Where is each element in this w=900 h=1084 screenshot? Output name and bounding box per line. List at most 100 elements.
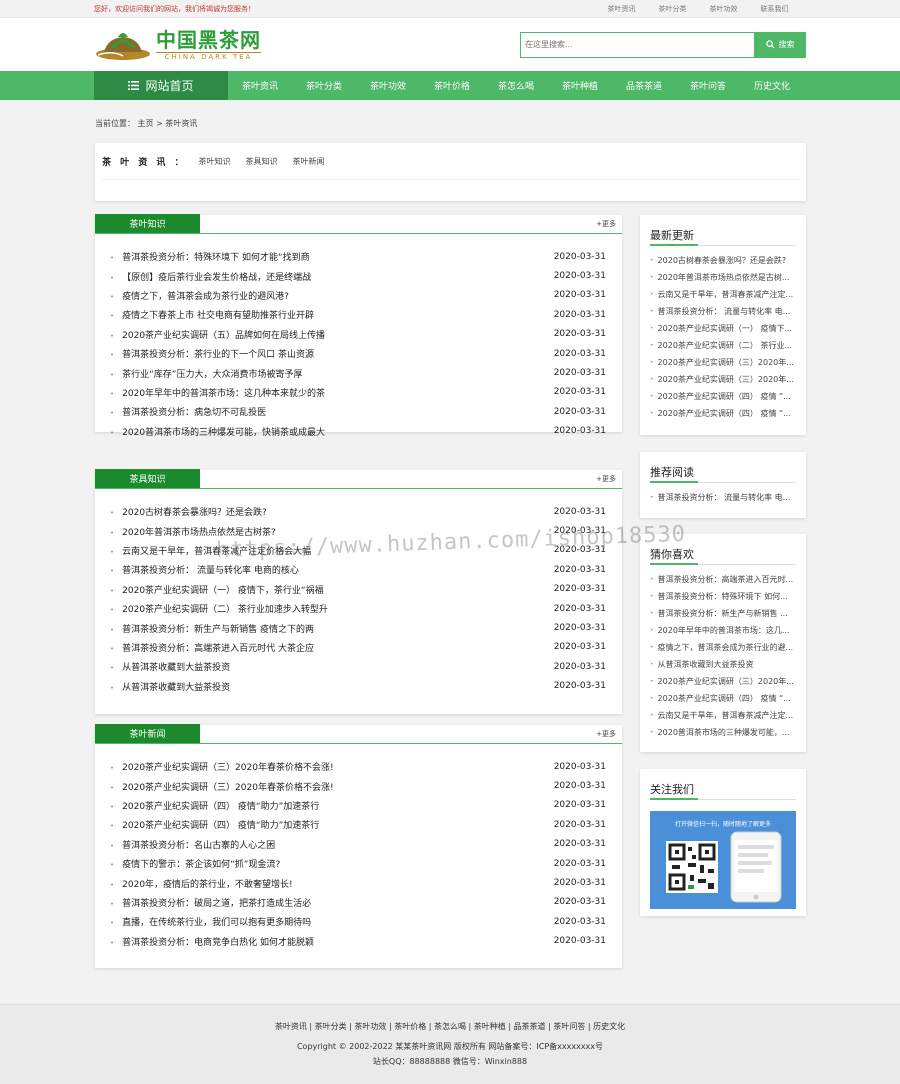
sidebar-latest: 最新更新 2020古树春茶会暴涨吗？还是会跌?2020年普洱茶市场热点依然是古树… [640, 215, 806, 435]
sidebar-article-link[interactable]: 2020茶产业纪实调研（二） 茶行业... [650, 337, 796, 354]
more-link[interactable]: +更多 [596, 474, 616, 484]
nav-home[interactable]: 网站首页 [94, 71, 228, 100]
article-title-link[interactable]: 普洱茶投资分析：电商竞争白热化 如何才能脱颖 [110, 935, 314, 948]
list-item: 【原创】疫后茶行业会发生价格战，还是终端战 2020-03-31 [110, 266, 606, 285]
article-title-link[interactable]: 普洱茶投资分析：病急切不可乱投医 [110, 405, 266, 418]
article-title-link[interactable]: 从普洱茶收藏到大益茶投资 [110, 660, 230, 673]
article-title-link[interactable]: 2020茶产业纪实调研（四） 疫情“助力”加速茶行 [110, 799, 319, 812]
article-date: 2020-03-31 [553, 878, 606, 889]
article-title-link[interactable]: 从普洱茶收藏到大益茶投资 [110, 680, 230, 693]
article-title-link[interactable]: 2020茶产业纪实调研（二） 茶行业加速步入转型升 [110, 602, 328, 615]
list-item: 2020年普洱茶市场热点依然是古树茶? 2020-03-31 [110, 521, 606, 540]
article-title-link[interactable]: 2020年早年中的普洱茶市场：这几种本来就少的茶 [110, 386, 325, 399]
article-title-link[interactable]: 2020茶产业纪实调研（三）2020年春茶价格不会涨! [110, 780, 333, 793]
panel-title[interactable]: 茶叶知识 [95, 214, 200, 233]
article-title-link[interactable]: 普洱茶投资分析：茶行业的下一个风口 茶山资源 [110, 347, 314, 360]
sidebar-article-link[interactable]: 2020年普洱茶市场热点依然是古树... [650, 269, 796, 286]
site-logo[interactable]: 中国黑茶网 CHINA DARK TEA [94, 28, 261, 62]
sidebar-article-link[interactable]: 2020茶产业纪实调研（三）2020年... [650, 371, 796, 388]
article-title-link[interactable]: 云南又是干旱年，普洱春茶减产注定价格会大幅 [110, 544, 311, 557]
sidebar-article-link[interactable]: 2020普洱茶市场的三种爆发可能，... [650, 724, 796, 741]
sidebar-article-link[interactable]: 普洱茶投资分析：新生产与新销售 ... [650, 605, 796, 622]
article-title-link[interactable]: 【原创】疫后茶行业会发生价格战，还是终端战 [110, 270, 311, 283]
article-title-link[interactable]: 2020茶产业纪实调研（一） 疫情下，茶行业“祸福 [110, 583, 323, 596]
article-title-link[interactable]: 疫情下的警示：茶企该如何“抓”现金流? [110, 857, 280, 870]
sidebar-article-link[interactable]: 普洱茶投资分析： 流量与转化率 电... [650, 489, 796, 506]
sidebar-article-link[interactable]: 疫情之下，普洱茶会成为茶行业的避... [650, 639, 796, 656]
nav-item-how-to-drink[interactable]: 茶怎么喝 [484, 71, 548, 100]
nav-home-label: 网站首页 [145, 79, 194, 93]
nav-item-tea-planting[interactable]: 茶叶种植 [548, 71, 612, 100]
panel-tea-knowledge: 茶叶知识 +更多 普洱茶投资分析：特殊环境下 如何才能“找到商 2020-03-3… [95, 214, 622, 438]
article-title-link[interactable]: 2020普洱茶市场的三种爆发可能，快销茶或成最大 [110, 425, 325, 438]
article-title-link[interactable]: 2020茶产业纪实调研（三）2020年春茶价格不会涨! [110, 760, 333, 773]
sidebar-article-link[interactable]: 2020茶产业纪实调研（三）2020年... [650, 673, 796, 690]
article-title-link[interactable]: 疫情之下，普洱茶会成为茶行业的避风港? [110, 289, 289, 302]
teapot-logo-icon [94, 28, 152, 62]
nav-item-tea-ceremony[interactable]: 品茶茶道 [612, 71, 676, 100]
wechat-qr-banner: 打开微信扫一扫，随时随地了解更多 [650, 811, 796, 909]
article-title-link[interactable]: 普洱茶投资分析：新生产与新销售 疫情之下的两 [110, 622, 314, 635]
sidebar-article-link[interactable]: 2020茶产业纪实调研（四） 疫情 “... [650, 690, 796, 707]
article-title-link[interactable]: 2020茶产业纪实调研（五）品牌如何在局线上传播 [110, 328, 325, 341]
more-link[interactable]: +更多 [596, 219, 616, 229]
list-item: 2020茶产业纪实调研（四） 疫情“助力”加速茶行 2020-03-31 [110, 796, 606, 815]
sidebar-article-link[interactable]: 普洱茶投资分析：高端茶进入百元时... [650, 571, 796, 588]
nav-item-tea-news[interactable]: 茶叶资讯 [228, 71, 292, 100]
sidebar-article-link[interactable]: 2020茶产业纪实调研（四） 疫情 “... [650, 405, 796, 422]
category-link-tea-news[interactable]: 茶叶新闻 [293, 156, 325, 167]
article-title-link[interactable]: 普洱茶投资分析： 流量与转化率 电商的核心 [110, 563, 299, 576]
article-title-link[interactable]: 2020茶产业纪实调研（四） 疫情“助力”加速茶行 [110, 818, 319, 831]
list-item: 疫情下的警示：茶企该如何“抓”现金流? 2020-03-31 [110, 854, 606, 873]
top-link-effect[interactable]: 茶叶功效 [698, 4, 749, 14]
article-title-link[interactable]: 普洱茶投资分析：高端茶进入百元时代 大茶企应 [110, 641, 314, 654]
list-item: 2020年早年中的普洱茶市场：这几种本来就少的茶 2020-03-31 [110, 383, 606, 402]
article-title-link[interactable]: 茶行业“库存”压力大，大众消费市场被寄予厚 [110, 367, 302, 380]
footer-links[interactable]: 茶叶资讯 | 茶叶分类 | 茶叶功效 | 茶叶价格 | 茶怎么喝 | 茶叶种植 … [0, 1021, 900, 1032]
list-item: 云南又是干旱年，普洱春茶减产注定价格会大幅 2020-03-31 [110, 541, 606, 560]
article-date: 2020-03-31 [553, 387, 606, 398]
more-link[interactable]: +更多 [596, 729, 616, 739]
nav-item-tea-price[interactable]: 茶叶价格 [420, 71, 484, 100]
search-input[interactable] [520, 31, 754, 58]
article-title-link[interactable]: 普洱茶投资分析：破局之道，把茶打造成生活必 [110, 896, 311, 909]
article-date: 2020-03-31 [553, 406, 606, 417]
sidebar-article-link[interactable]: 2020茶产业纪实调研（一） 疫情下... [650, 320, 796, 337]
breadcrumb: 当前位置： 主页 > 茶叶资讯 [95, 119, 198, 128]
nav-item-tea-qa[interactable]: 茶叶问答 [676, 71, 740, 100]
sidebar-article-link[interactable]: 2020年早年中的普洱茶市场：这几... [650, 622, 796, 639]
nav-item-tea-effect[interactable]: 茶叶功效 [356, 71, 420, 100]
category-link-teaware[interactable]: 茶具知识 [246, 156, 278, 167]
article-title-link[interactable]: 普洱茶投资分析：特殊环境下 如何才能“找到商 [110, 250, 310, 263]
top-link-news[interactable]: 茶叶资讯 [596, 4, 647, 14]
article-date: 2020-03-31 [553, 251, 606, 262]
sidebar-article-link[interactable]: 2020茶产业纪实调研（三）2020年... [650, 354, 796, 371]
welcome-text: 您好，欢迎访问我们的网站，我们将竭诚为您服务！ [94, 5, 255, 13]
top-link-category[interactable]: 茶叶分类 [647, 4, 698, 14]
article-title-link[interactable]: 2020古树春茶会暴涨吗？还是会跌? [110, 505, 267, 518]
phone-mockup-icon [730, 831, 782, 903]
article-title-link[interactable]: 2020年，疫情后的茶行业，不敢奢望增长! [110, 877, 293, 890]
sidebar-article-link[interactable]: 云南又是干旱年，普洱春茶减产注定... [650, 286, 796, 303]
sidebar-article-link[interactable]: 普洱茶投资分析： 流量与转化率 电... [650, 303, 796, 320]
article-title-link[interactable]: 普洱茶投资分析：名山古寨的人心之困 [110, 838, 275, 851]
panel-title[interactable]: 茶具知识 [95, 469, 200, 488]
topbar: 您好，欢迎访问我们的网站，我们将竭诚为您服务！ 茶叶资讯 茶叶分类 茶叶功效 联… [0, 0, 900, 18]
article-title-link[interactable]: 直播，在传统茶行业，我们可以抱有更多期待吗 [110, 915, 311, 928]
panel-title[interactable]: 茶叶新闻 [95, 724, 200, 743]
sidebar-article-link[interactable]: 2020茶产业纪实调研（四） 疫情 “... [650, 388, 796, 405]
nav-item-history[interactable]: 历史文化 [740, 71, 804, 100]
article-title-link[interactable]: 疫情之下春茶上市 社交电商有望助推茶行业开辟 [110, 308, 314, 321]
article-date: 2020-03-31 [553, 290, 606, 301]
list-item: 茶行业“库存”压力大，大众消费市场被寄予厚 2020-03-31 [110, 363, 606, 382]
sidebar-article-link[interactable]: 普洱茶投资分析：特殊环境下 如何... [650, 588, 796, 605]
article-title-link[interactable]: 2020年普洱茶市场热点依然是古树茶? [110, 525, 276, 538]
search-button[interactable]: 搜索 [754, 31, 806, 58]
top-link-contact[interactable]: 联系我们 [749, 4, 800, 14]
sidebar-article-link[interactable]: 云南又是干旱年，普洱春茶减产注定... [650, 707, 796, 724]
list-item: 直播，在传统茶行业，我们可以抱有更多期待吗 2020-03-31 [110, 912, 606, 931]
sidebar-article-link[interactable]: 从普洱茶收藏到大益茶投资 [650, 656, 796, 673]
category-link-tea-knowledge[interactable]: 茶叶知识 [199, 156, 231, 167]
sidebar-article-link[interactable]: 2020古树春茶会暴涨吗？还是会跌? [650, 252, 796, 269]
nav-item-tea-category[interactable]: 茶叶分类 [292, 71, 356, 100]
